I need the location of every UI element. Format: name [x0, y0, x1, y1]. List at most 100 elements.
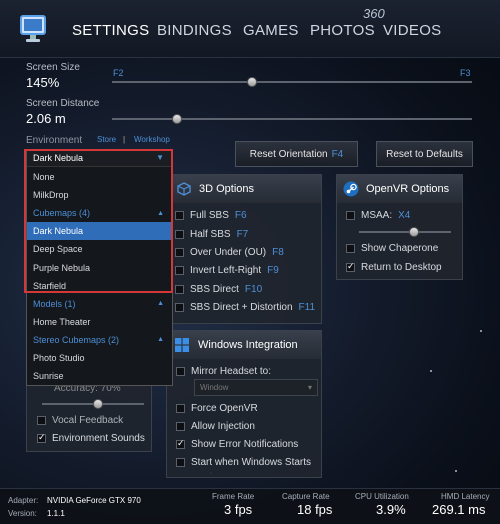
- environment-sounds-checkbox[interactable]: [37, 432, 46, 443]
- vocal-feedback-option[interactable]: Vocal Feedback: [37, 415, 123, 426]
- monitor-logo-icon[interactable]: [20, 14, 46, 44]
- environment-label: Environment: [26, 135, 83, 146]
- screen-size-slider-handle[interactable]: [247, 77, 258, 87]
- invert-left-right-key: F9: [267, 265, 279, 276]
- full-sbs-checkbox[interactable]: [175, 211, 184, 220]
- version-value: 1.1.1: [47, 509, 65, 518]
- full-sbs-key: F6: [234, 210, 247, 221]
- mirror-headset-checkbox[interactable]: [176, 367, 185, 376]
- vocal-feedback-label: Vocal Feedback: [52, 415, 124, 426]
- msaa-value: X4: [398, 210, 411, 221]
- half-sbs-option[interactable]: Half SBS F7: [175, 229, 248, 240]
- mirror-target-select[interactable]: Window ▾: [194, 379, 318, 396]
- show-error-notifications-label: Show Error Notifications: [191, 439, 299, 450]
- highlight-box: [24, 149, 173, 293]
- environment-category[interactable]: Models (1) ▲: [27, 295, 172, 313]
- steam-logo-icon: [343, 181, 359, 197]
- vocal-feedback-checkbox[interactable]: [37, 416, 46, 425]
- windows-logo-icon: [175, 338, 189, 352]
- frame-rate-value: 3 fps: [224, 502, 253, 517]
- invert-left-right-checkbox[interactable]: [175, 266, 184, 275]
- environment-sounds-option[interactable]: Environment Sounds: [37, 432, 145, 444]
- capture-rate-label: Capture Rate: [282, 492, 330, 501]
- 3d-options-header: 3D Options: [167, 175, 321, 203]
- sbs-direct-distortion-label: SBS Direct + Distortion: [190, 302, 293, 313]
- screen-size-decrease-key: F2: [113, 68, 124, 78]
- over-under-checkbox[interactable]: [175, 248, 184, 257]
- environment-category[interactable]: Stereo Cubemaps (2) ▲: [27, 331, 172, 349]
- windows-integration-header: Windows Integration: [167, 331, 321, 359]
- accuracy-slider-handle[interactable]: [93, 399, 104, 409]
- mirror-headset-label: Mirror Headset to:: [191, 366, 272, 377]
- full-sbs-option[interactable]: Full SBS F6: [175, 210, 247, 221]
- reset-orientation-key: F4: [331, 148, 344, 160]
- force-openvr-checkbox[interactable]: [176, 404, 185, 413]
- sbs-direct-distortion-checkbox[interactable]: [175, 303, 184, 312]
- tab-photos[interactable]: PHOTOS: [310, 22, 375, 39]
- openvr-options-panel: OpenVR Options MSAA: X4 Show Chaperone Re…: [336, 174, 463, 280]
- tab-settings[interactable]: SETTINGS: [72, 22, 149, 39]
- show-chaperone-checkbox[interactable]: [346, 244, 355, 253]
- show-error-notifications-checkbox[interactable]: [176, 438, 185, 449]
- return-to-desktop-label: Return to Desktop: [361, 262, 442, 273]
- hmd-latency-label: HMD Latency: [441, 492, 490, 501]
- screen-distance-label: Screen Distance: [26, 98, 100, 109]
- msaa-slider[interactable]: [359, 231, 451, 233]
- mirror-headset-option[interactable]: Mirror Headset to:: [176, 366, 271, 377]
- environment-option[interactable]: Home Theater: [27, 313, 172, 331]
- half-sbs-checkbox[interactable]: [175, 230, 184, 239]
- start-with-windows-option[interactable]: Start when Windows Starts: [176, 457, 311, 468]
- 3d-options-title: 3D Options: [199, 183, 255, 195]
- over-under-option[interactable]: Over Under (OU) F8: [175, 247, 284, 258]
- start-with-windows-label: Start when Windows Starts: [191, 457, 312, 468]
- show-chaperone-option[interactable]: Show Chaperone: [346, 243, 438, 254]
- msaa-option[interactable]: MSAA: X4: [346, 210, 410, 221]
- frame-rate-label: Frame Rate: [212, 492, 255, 501]
- workshop-link[interactable]: Workshop: [134, 135, 170, 144]
- version-label: Version:: [8, 509, 37, 518]
- collapse-arrow-icon[interactable]: ▲: [157, 336, 164, 343]
- msaa-slider-handle[interactable]: [409, 227, 420, 237]
- reset-defaults-button[interactable]: Reset to Defaults: [376, 141, 473, 167]
- start-with-windows-checkbox[interactable]: [176, 458, 185, 467]
- over-under-key: F8: [272, 247, 284, 258]
- environment-option[interactable]: Photo Studio: [27, 349, 172, 367]
- adapter-value: NVIDIA GeForce GTX 970: [47, 496, 141, 505]
- screen-distance-slider[interactable]: [112, 118, 472, 120]
- sbs-direct-option[interactable]: SBS Direct F10: [175, 284, 262, 295]
- return-to-desktop-checkbox[interactable]: [346, 261, 355, 272]
- invert-left-right-option[interactable]: Invert Left-Right F9: [175, 265, 279, 276]
- cpu-utilization-label: CPU Utilization: [355, 492, 409, 501]
- openvr-options-header: OpenVR Options: [337, 175, 462, 203]
- environment-option[interactable]: Sunrise: [27, 367, 172, 385]
- sbs-direct-key: F10: [244, 284, 263, 295]
- screen-size-slider[interactable]: [112, 81, 472, 83]
- environment-sounds-label: Environment Sounds: [52, 433, 145, 444]
- tab-games[interactable]: GAMES: [243, 22, 299, 39]
- screen-distance-slider-handle[interactable]: [171, 114, 182, 124]
- allow-injection-checkbox[interactable]: [176, 422, 185, 431]
- return-to-desktop-option[interactable]: Return to Desktop: [346, 261, 442, 273]
- sbs-direct-checkbox[interactable]: [175, 285, 184, 294]
- over-under-label: Over Under (OU): [190, 247, 267, 258]
- show-error-notifications-option[interactable]: Show Error Notifications: [176, 438, 299, 450]
- sbs-direct-distortion-option[interactable]: SBS Direct + Distortion F11: [175, 302, 315, 313]
- screen-size-value: 145%: [26, 75, 60, 90]
- full-sbs-label: Full SBS: [190, 210, 229, 221]
- msaa-checkbox[interactable]: [346, 211, 355, 220]
- reset-orientation-button[interactable]: Reset Orientation F4: [235, 141, 358, 167]
- windows-integration-title: Windows Integration: [198, 339, 298, 351]
- store-link[interactable]: Store: [97, 135, 116, 144]
- collapse-arrow-icon[interactable]: ▲: [157, 300, 164, 307]
- sbs-direct-label: SBS Direct: [190, 284, 239, 295]
- hmd-latency-value: 269.1 ms: [432, 502, 486, 517]
- capture-rate-value: 18 fps: [297, 502, 333, 517]
- windows-integration-panel: Windows Integration Mirror Headset to: W…: [166, 330, 322, 478]
- tab-videos[interactable]: VIDEOS: [383, 22, 441, 39]
- force-openvr-option[interactable]: Force OpenVR: [176, 403, 258, 414]
- tab-bindings[interactable]: BINDINGS: [157, 22, 232, 39]
- screen-size-increase-key: F3: [460, 68, 471, 78]
- allow-injection-option[interactable]: Allow Injection: [176, 421, 255, 432]
- star: [455, 470, 457, 472]
- status-bar: Adapter: NVIDIA GeForce GTX 970 Version:…: [0, 488, 500, 524]
